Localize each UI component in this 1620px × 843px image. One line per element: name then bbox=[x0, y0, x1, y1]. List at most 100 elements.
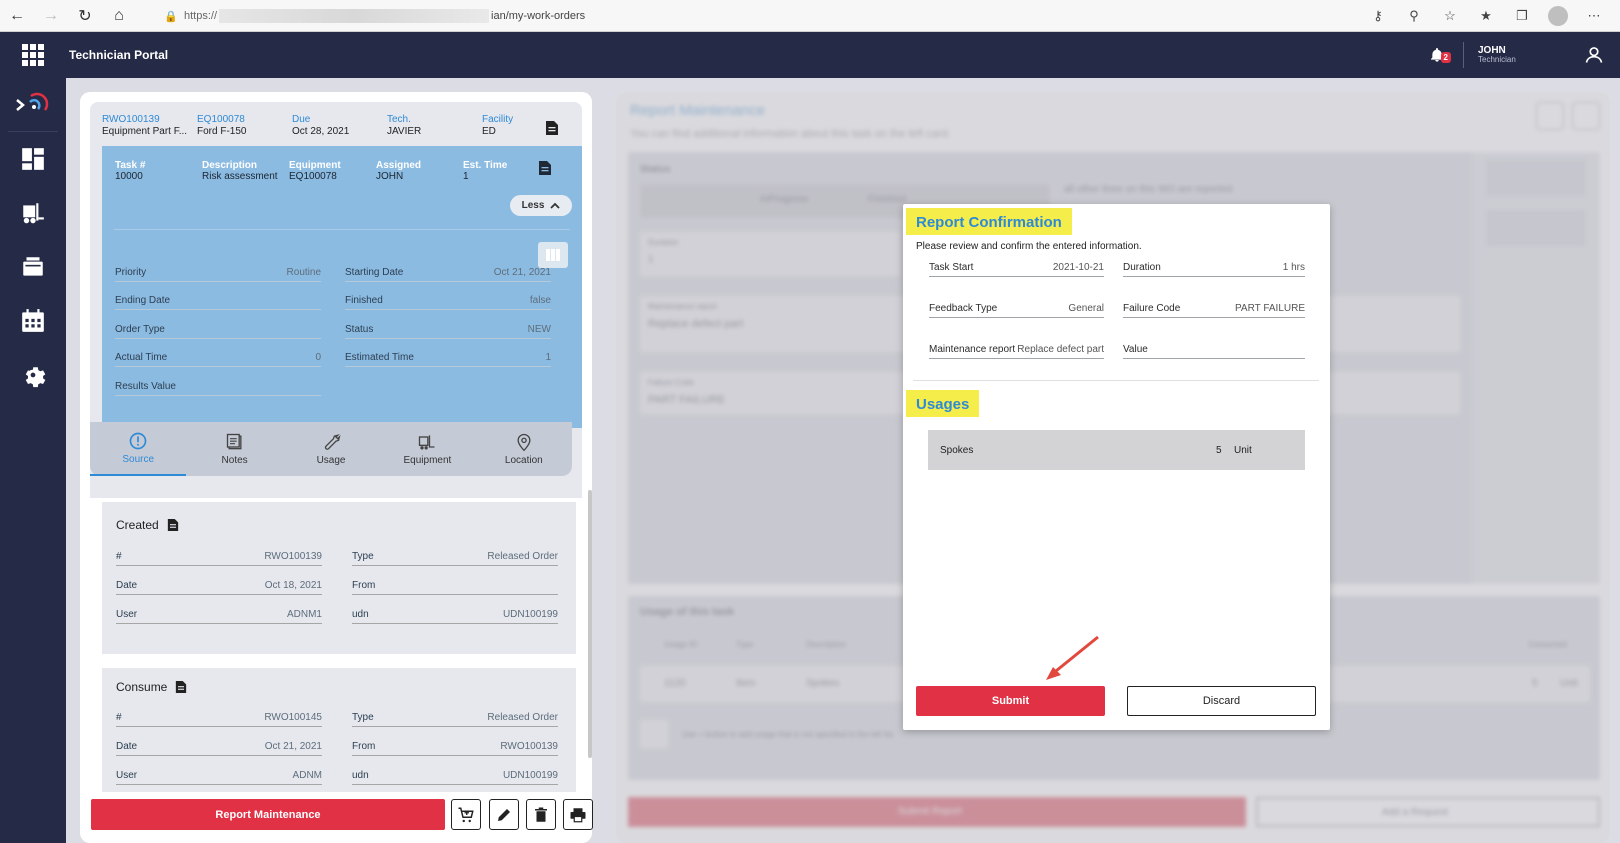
consume-type-field: Type Released Order bbox=[352, 709, 558, 727]
collections-icon[interactable]: ❐ bbox=[1504, 0, 1540, 32]
starting-date-field: Starting Date Oct 21, 2021 bbox=[345, 264, 551, 282]
more-icon[interactable]: ⋯ bbox=[1576, 0, 1612, 32]
wo-id-column: RWO100139 Equipment Part F... bbox=[102, 114, 197, 138]
submit-button[interactable]: Submit bbox=[916, 686, 1105, 716]
tab-location[interactable]: Location bbox=[476, 422, 572, 476]
url-path: ian/my-work-orders bbox=[491, 10, 586, 22]
tab-source[interactable]: Source bbox=[90, 422, 187, 476]
usage-list-item: Spokes 5 Unit bbox=[928, 430, 1305, 470]
detail-tabs: Source Notes Usage Equipment Location bbox=[90, 422, 572, 476]
dialog-divider bbox=[913, 380, 1319, 381]
inventory-icon[interactable] bbox=[0, 240, 66, 294]
field-value: PART FAILURE bbox=[1234, 303, 1305, 314]
document-icon[interactable] bbox=[545, 120, 559, 136]
maintenance-report-field: Maintenance report Replace defect part bbox=[929, 341, 1104, 359]
app-grid-icon[interactable] bbox=[0, 32, 66, 78]
wo-due-value: Oct 28, 2021 bbox=[292, 126, 350, 137]
consume-from-field: From RWO100139 bbox=[352, 738, 558, 756]
lock-icon: 🔒 bbox=[164, 10, 178, 23]
estimated-time-field: Estimated Time 1 bbox=[345, 349, 551, 367]
field-value: UDN100199 bbox=[502, 609, 558, 620]
field-label: Failure Code bbox=[1123, 303, 1181, 314]
created-number-field: # RWO100139 bbox=[116, 548, 322, 566]
edit-button[interactable] bbox=[489, 799, 519, 830]
report-maintenance-button[interactable]: Report Maintenance bbox=[91, 799, 445, 830]
field-value: RWO100139 bbox=[500, 741, 558, 752]
created-udn-field: udn UDN100199 bbox=[352, 606, 558, 624]
field-value: RWO100139 bbox=[264, 551, 322, 562]
field-value: Routine bbox=[286, 267, 321, 278]
task-header-label: Assigned bbox=[376, 160, 422, 171]
field-label: From bbox=[352, 580, 376, 591]
user-account-icon[interactable] bbox=[1568, 32, 1620, 78]
forward-icon[interactable]: → bbox=[34, 0, 68, 32]
logo-icon[interactable] bbox=[8, 78, 58, 132]
field-label: Starting Date bbox=[345, 267, 404, 278]
field-label: # bbox=[116, 712, 122, 723]
calendar-icon[interactable] bbox=[0, 294, 66, 348]
less-toggle-button[interactable]: Less bbox=[510, 195, 572, 216]
tab-usage[interactable]: Usage bbox=[283, 422, 379, 476]
print-button[interactable] bbox=[563, 799, 593, 830]
status-field: Status NEW bbox=[345, 321, 551, 339]
trash-icon bbox=[535, 807, 547, 822]
field-label: Results Value bbox=[115, 381, 176, 392]
document-icon[interactable] bbox=[175, 680, 187, 694]
left-card-scrollbar[interactable] bbox=[588, 490, 592, 758]
favorites-icon[interactable]: ★ bbox=[1468, 0, 1504, 32]
task-assigned-column: Assigned JOHN bbox=[376, 160, 463, 182]
wo-equipment-label[interactable]: EQ100078 bbox=[197, 114, 292, 126]
discard-button[interactable]: Discard bbox=[1127, 686, 1316, 716]
document-icon[interactable] bbox=[167, 518, 179, 532]
tab-notes[interactable]: Notes bbox=[186, 422, 282, 476]
work-order-card: RWO100139 Equipment Part F... EQ100078 F… bbox=[80, 92, 592, 843]
refresh-icon[interactable]: ↻ bbox=[68, 0, 102, 32]
app-header: Technician Portal 2 JOHN Technician bbox=[0, 32, 1620, 78]
field-label: Maintenance report bbox=[929, 344, 1016, 355]
notification-count-badge: 2 bbox=[1440, 52, 1451, 63]
app-title: Technician Portal bbox=[69, 48, 169, 62]
forklift-icon[interactable] bbox=[0, 186, 66, 240]
zoom-icon[interactable]: ⚲ bbox=[1396, 0, 1432, 32]
key-icon[interactable]: ⚷ bbox=[1360, 0, 1396, 32]
field-label: Date bbox=[116, 580, 138, 591]
tab-equipment[interactable]: Equipment bbox=[379, 422, 475, 476]
consume-user-field: User ADNM bbox=[116, 767, 322, 785]
url-prefix: https:// bbox=[184, 10, 218, 22]
ending-date-field: Ending Date bbox=[115, 292, 321, 310]
add-to-cart-button[interactable] bbox=[451, 799, 481, 830]
created-title: Created bbox=[116, 518, 179, 532]
field-label: From bbox=[352, 741, 376, 752]
field-value: Released Order bbox=[487, 551, 558, 562]
settings-icon[interactable] bbox=[0, 348, 66, 402]
delete-button[interactable] bbox=[526, 799, 556, 830]
task-header-label: Est. Time bbox=[463, 160, 508, 171]
location-pin-icon bbox=[517, 433, 531, 452]
forklift-icon bbox=[419, 435, 435, 450]
wo-id-label[interactable]: RWO100139 bbox=[102, 114, 197, 126]
user-role: Technician bbox=[1478, 55, 1516, 65]
home-icon[interactable]: ⌂ bbox=[102, 0, 136, 32]
field-label: Order Type bbox=[115, 324, 165, 335]
dashboard-icon[interactable] bbox=[0, 132, 66, 186]
profile-icon[interactable] bbox=[1540, 0, 1576, 32]
priority-field: Priority Routine bbox=[115, 264, 321, 282]
pencil-icon bbox=[498, 808, 510, 821]
report-confirmation-dialog: Report Confirmation Please review and co… bbox=[903, 204, 1330, 730]
back-icon[interactable]: ← bbox=[0, 0, 34, 32]
tab-label: Notes bbox=[221, 455, 248, 466]
notification-button[interactable]: 2 bbox=[1417, 32, 1457, 78]
task-number-column: Task #10000 bbox=[115, 160, 202, 182]
wo-due-column: Due Oct 28, 2021 bbox=[292, 114, 387, 138]
wo-facility-column: Facility ED bbox=[482, 114, 552, 138]
field-label: Actual Time bbox=[115, 352, 168, 363]
address-bar[interactable]: 🔒 https:// ian/my-work-orders bbox=[164, 4, 1404, 28]
favorite-add-icon[interactable]: ☆ bbox=[1432, 0, 1468, 32]
field-label: Value bbox=[1123, 344, 1148, 355]
field-label: udn bbox=[352, 609, 369, 620]
field-value: NEW bbox=[527, 324, 551, 335]
task-document-icon[interactable] bbox=[538, 160, 552, 176]
usage-quantity: 5 bbox=[1216, 444, 1222, 456]
tab-label: Location bbox=[504, 455, 543, 466]
field-label: Task Start bbox=[929, 262, 974, 273]
